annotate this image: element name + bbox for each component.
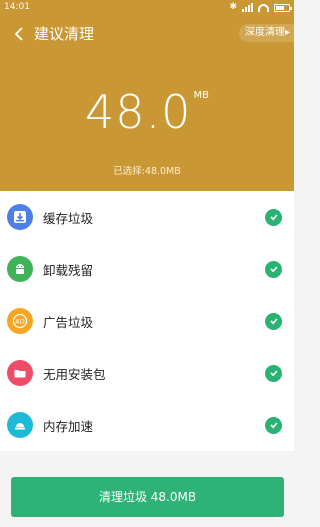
checkmark-icon[interactable] [265, 260, 282, 278]
list-item-label: 卸载残留 [43, 262, 94, 278]
junk-category-list: 缓存垃圾 卸载残留 AD 广告垃圾 无用安装包 内存加速 [0, 191, 294, 451]
checkmark-icon[interactable] [265, 208, 282, 226]
list-item-uninstall-residue[interactable]: 卸载残留 [0, 243, 294, 295]
selected-size-text: 已选择:48.0MB [113, 166, 181, 177]
list-item-label: 缓存垃圾 [43, 210, 94, 226]
battery-fill [276, 5, 284, 10]
list-item-memory-boost[interactable]: 内存加速 [0, 399, 294, 451]
list-item-cache[interactable]: 缓存垃圾 [0, 191, 294, 243]
status-time: 14:01 [4, 2, 30, 12]
ad-icon: AD [7, 308, 33, 334]
bottom-action-area: 清理垃圾 48.0MB [0, 451, 294, 527]
list-item-label: 无用安装包 [43, 366, 106, 382]
clean-junk-button[interactable]: 清理垃圾 48.0MB [11, 477, 284, 517]
junk-size-value: 48.0 [85, 85, 192, 139]
checkmark-icon[interactable] [265, 364, 282, 382]
deep-clean-button[interactable]: 深度清理▸ [238, 24, 294, 42]
signal-icon [242, 3, 253, 12]
list-item-label: 广告垃圾 [43, 314, 94, 330]
memory-icon [7, 412, 33, 438]
checkmark-icon[interactable] [265, 312, 282, 330]
bluetooth-icon: ✱ [229, 2, 237, 12]
status-icons: ✱ [229, 0, 292, 15]
battery-icon [274, 3, 292, 12]
page-title: 建议清理 [34, 25, 95, 43]
header: 14:01 ✱ 建议清理 深度清理▸ 48.0 MB 已选择:48.0MB [0, 0, 294, 191]
status-bar: 14:01 ✱ [0, 0, 294, 15]
junk-size: 48.0 MB [0, 84, 294, 140]
wifi-icon [258, 3, 269, 12]
folder-icon [7, 360, 33, 386]
android-icon [7, 256, 33, 282]
list-item-ad-junk[interactable]: AD 广告垃圾 [0, 295, 294, 347]
deep-clean-label: 深度清理 [244, 27, 285, 38]
svg-text:AD: AD [15, 318, 24, 326]
list-item-label: 内存加速 [43, 418, 94, 434]
junk-size-unit: MB [193, 90, 209, 101]
title-bar: 建议清理 深度清理▸ [0, 20, 294, 48]
back-arrow-icon[interactable] [12, 26, 28, 42]
checkmark-icon[interactable] [265, 416, 282, 434]
cache-icon [7, 204, 33, 230]
chevron-right-icon: ▸ [284, 27, 290, 38]
list-item-unused-packages[interactable]: 无用安装包 [0, 347, 294, 399]
